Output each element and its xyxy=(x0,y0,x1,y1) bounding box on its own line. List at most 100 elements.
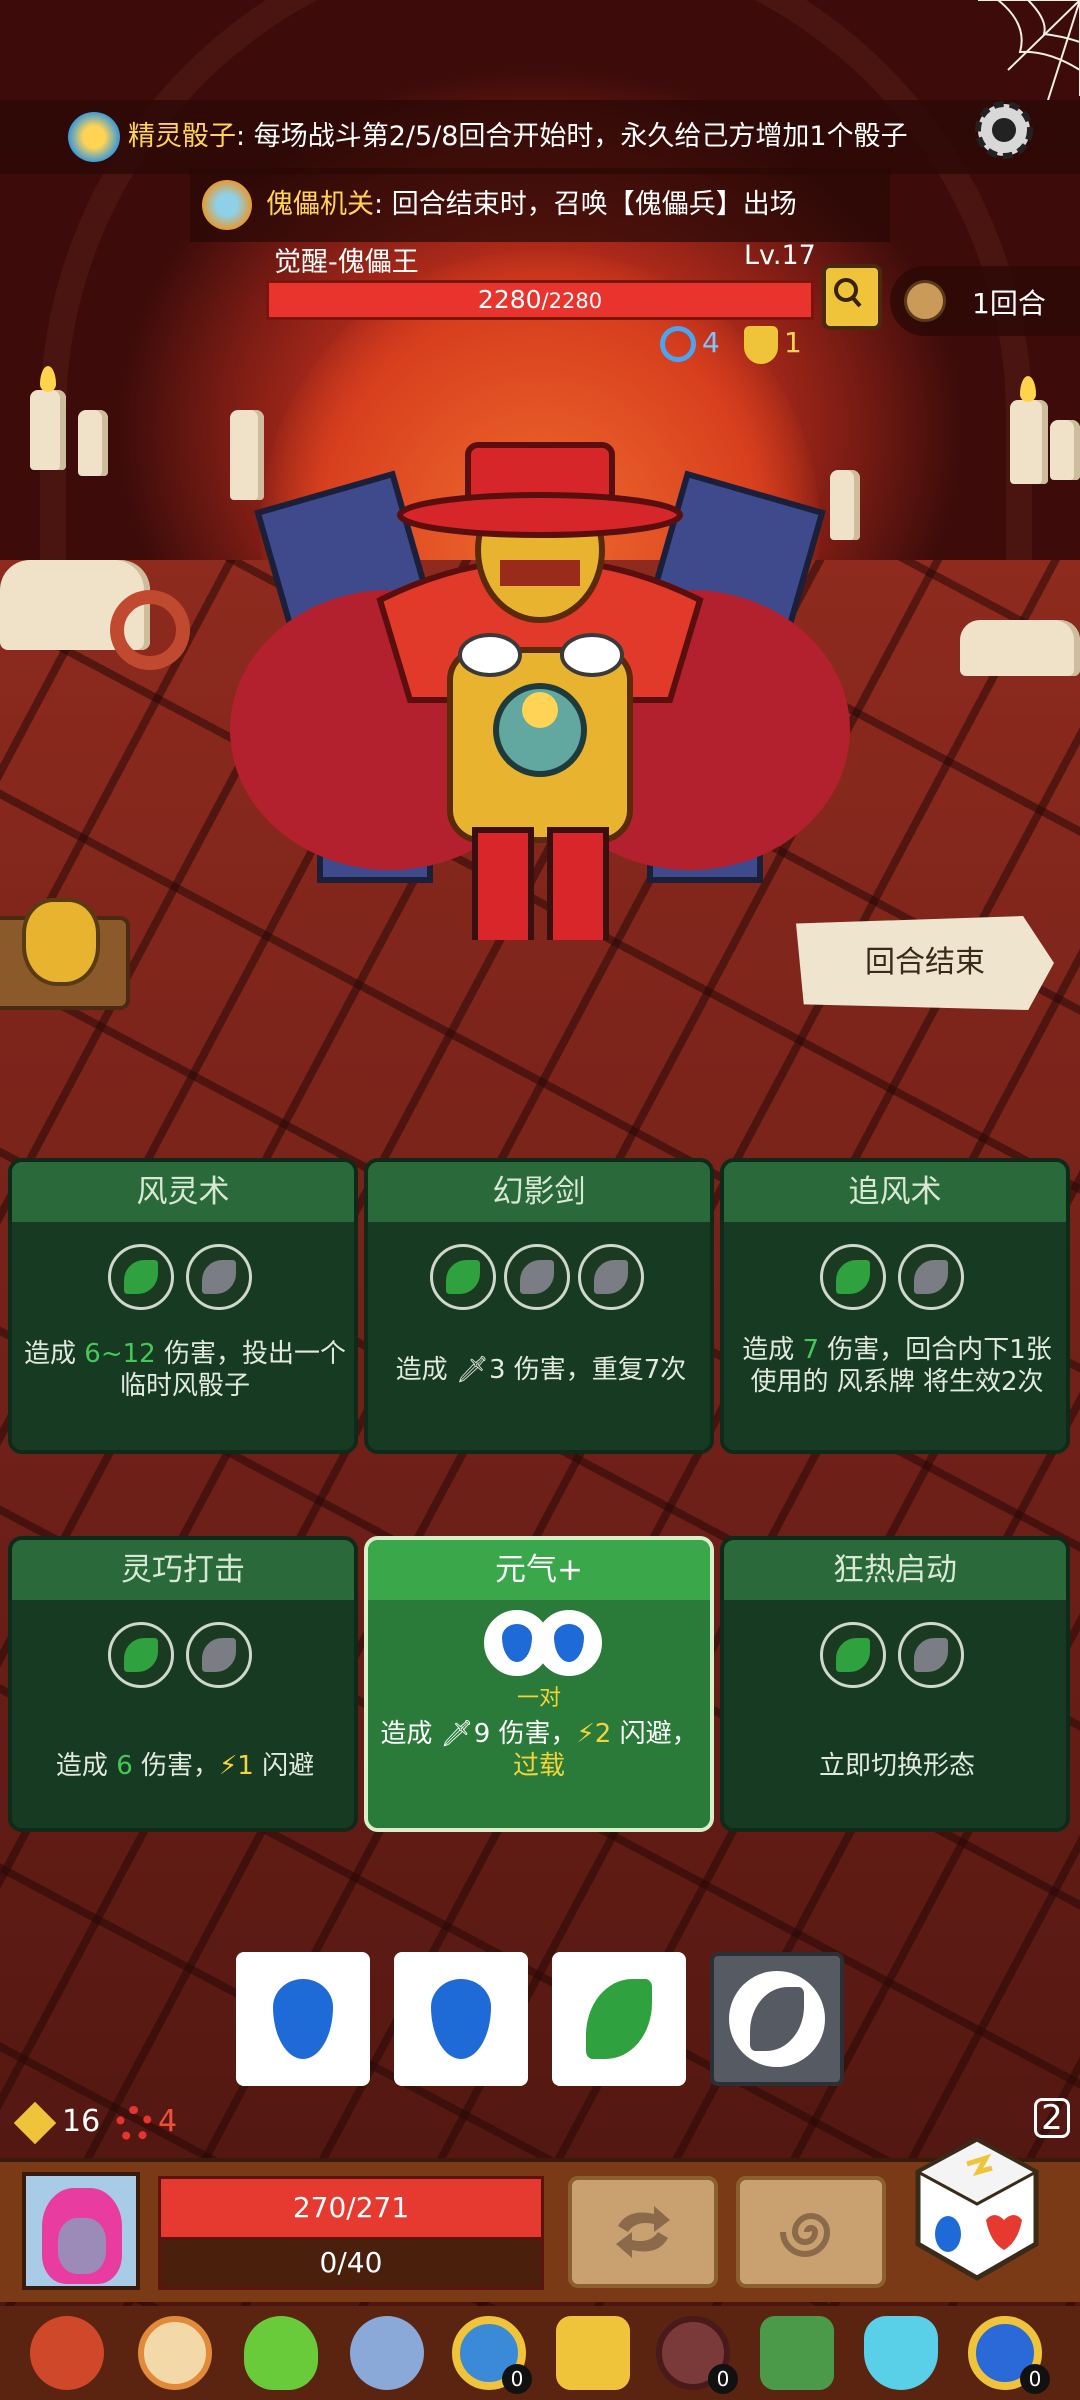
water-drop-icon xyxy=(554,1624,584,1662)
green-wind-icon xyxy=(124,1260,158,1294)
shield-buff-count: 1 xyxy=(784,326,802,359)
die-wind-gray[interactable] xyxy=(710,1952,844,2086)
gray-wind-icon xyxy=(202,1638,236,1672)
dice-slot[interactable] xyxy=(186,1622,252,1688)
potion-icon[interactable] xyxy=(244,2316,318,2390)
water-drop-icon xyxy=(431,1979,491,2059)
end-turn-button[interactable]: 回合结束 xyxy=(796,916,1054,1010)
gray-wind-icon xyxy=(729,1971,825,2067)
dice-slot[interactable] xyxy=(898,1622,964,1688)
spirit-dice-icon xyxy=(68,112,120,162)
boss-info-button[interactable] xyxy=(822,264,882,330)
gray-wind-icon xyxy=(594,1260,628,1294)
spiral-buff-count: 4 xyxy=(702,326,720,359)
candle xyxy=(78,410,108,476)
dice-slot[interactable] xyxy=(898,1244,964,1310)
player-shield-bar: 0/40 xyxy=(158,2240,544,2290)
green-leaf-icon[interactable] xyxy=(760,2316,834,2390)
card-description: 造成 6 伤害，⚡1 闪避 xyxy=(55,1751,315,1781)
candle xyxy=(960,620,1080,676)
card-title: 元气+ xyxy=(368,1540,710,1600)
die-wind-green[interactable] xyxy=(552,1952,686,2086)
spiral-skill-button[interactable] xyxy=(736,2176,886,2288)
bone-ring xyxy=(110,590,190,670)
dice-slot[interactable] xyxy=(578,1244,644,1310)
puppet-effect-text: 傀儡机关: 回合结束时，召唤【傀儡兵】出场 xyxy=(266,168,797,242)
gray-wind-icon xyxy=(914,1638,948,1672)
card-title: 灵巧打击 xyxy=(12,1540,354,1600)
dice-slot[interactable] xyxy=(430,1244,496,1310)
roll-dice-button[interactable] xyxy=(912,2134,1042,2284)
gear-ring-icon[interactable] xyxy=(138,2316,212,2390)
dice-effect-text: 精灵骰子: 每场战斗第2/5/8回合开始时，永久给己方增加1个骰子 xyxy=(128,100,908,174)
tusk-icon[interactable] xyxy=(350,2316,424,2390)
puppet-effect-desc: 回合结束时，召唤【傀儡兵】出场 xyxy=(383,189,797,220)
dice-effect-bar: 精灵骰子: 每场战斗第2/5/8回合开始时，永久给己方增加1个骰子 xyxy=(0,100,1080,174)
card-title: 风灵术 xyxy=(12,1162,354,1222)
settings-gear-button[interactable] xyxy=(970,96,1038,164)
dice-slot[interactable] xyxy=(108,1622,174,1688)
gray-wind-icon xyxy=(914,1260,948,1294)
green-wind-icon xyxy=(836,1638,870,1672)
round-counter: 1回合 xyxy=(890,266,1080,336)
cobweb-icon xyxy=(978,0,1080,100)
skill-card-agile-strike[interactable]: 灵巧打击 造成 6 伤害，⚡1 闪避 xyxy=(8,1536,358,1832)
puppet-effect-bar: 傀儡机关: 回合结束时，召唤【傀儡兵】出场 xyxy=(190,168,890,242)
dice-slot[interactable] xyxy=(108,1244,174,1310)
crystal-hand-icon[interactable] xyxy=(556,2316,630,2390)
water-drop-icon xyxy=(273,1979,333,2059)
gold-count: 16 xyxy=(62,2104,101,2139)
puppet-effect-colon: : xyxy=(374,189,384,220)
swap-button[interactable] xyxy=(568,2176,718,2288)
relic-count-badge: 0 xyxy=(502,2364,532,2394)
dice-slot[interactable] xyxy=(186,1244,252,1310)
magnifier-card-icon xyxy=(834,278,862,308)
skill-card-wind-spell[interactable]: 风灵术 造成 6~12 伤害，投出一个临时风骰子 xyxy=(8,1158,358,1454)
die-water[interactable] xyxy=(236,1952,370,2086)
boss-level: Lv.17 xyxy=(744,240,816,271)
blue-gem-icon[interactable] xyxy=(864,2316,938,2390)
shield-buff-icon xyxy=(744,326,778,364)
water-drop-icon xyxy=(502,1624,532,1662)
sword-icon: 🗡 xyxy=(455,1355,489,1385)
die-water[interactable] xyxy=(394,1952,528,2086)
player-hp-bar: 270/271 xyxy=(158,2176,544,2240)
candle xyxy=(30,390,66,470)
green-wind-icon xyxy=(446,1260,480,1294)
spiral-icon xyxy=(780,2213,831,2257)
lightning-icon: ⚡ xyxy=(576,1719,595,1749)
lucky-bag-icon xyxy=(22,898,100,986)
candle xyxy=(1010,400,1048,484)
card-description: 造成 🗡9 伤害，⚡2 闪避， 过载 xyxy=(380,1719,698,1781)
skill-card-vitality-plus[interactable]: 元气+ 一对 造成 🗡9 伤害，⚡2 闪避， 过载 xyxy=(364,1536,714,1832)
relic-count-badge: 0 xyxy=(1020,2364,1050,2394)
boss-hp-current: 2280 xyxy=(477,285,542,314)
side-pouch-button[interactable] xyxy=(0,898,130,1010)
pair-label: 一对 xyxy=(516,1686,561,1711)
player-avatar[interactable] xyxy=(22,2172,140,2290)
card-title: 追风术 xyxy=(724,1162,1066,1222)
card-title: 幻影剑 xyxy=(368,1162,710,1222)
card-title: 狂热启动 xyxy=(724,1540,1066,1600)
skill-card-frenzy-start[interactable]: 狂热启动 立即切换形态 xyxy=(720,1536,1070,1832)
relic-count-badge: 0 xyxy=(708,2364,738,2394)
swap-arrows-icon xyxy=(616,2206,670,2258)
dice-slot[interactable] xyxy=(820,1622,886,1688)
dice-slot[interactable] xyxy=(504,1244,570,1310)
horn-mask-icon[interactable] xyxy=(30,2316,104,2390)
dice-slot[interactable] xyxy=(820,1244,886,1310)
lightning-icon: ⚡ xyxy=(219,1751,238,1781)
white-dice-icon xyxy=(914,2137,1040,2281)
boss-hp-bar: 2280/2280 xyxy=(266,280,814,320)
puppet-mechanism-icon xyxy=(202,180,252,230)
dice-slot-filled[interactable] xyxy=(536,1610,602,1676)
gray-wind-icon xyxy=(202,1260,236,1294)
rage-count: 4 xyxy=(158,2104,178,2139)
boss-name: 觉醒-傀儡王 xyxy=(274,247,419,278)
boss-puppet-king[interactable] xyxy=(200,400,880,940)
skill-card-phantom-sword[interactable]: 幻影剑 造成 🗡3 伤害，重复7次 xyxy=(364,1158,714,1454)
red-gear-icon xyxy=(116,2106,152,2142)
dice-effect-name: 精灵骰子 xyxy=(128,121,236,152)
card-description: 造成 7 伤害，回合内下1张使用的 风系牌 将生效2次 xyxy=(742,1335,1052,1397)
skill-card-chase-wind[interactable]: 追风术 造成 7 伤害，回合内下1张使用的 风系牌 将生效2次 xyxy=(720,1158,1070,1454)
